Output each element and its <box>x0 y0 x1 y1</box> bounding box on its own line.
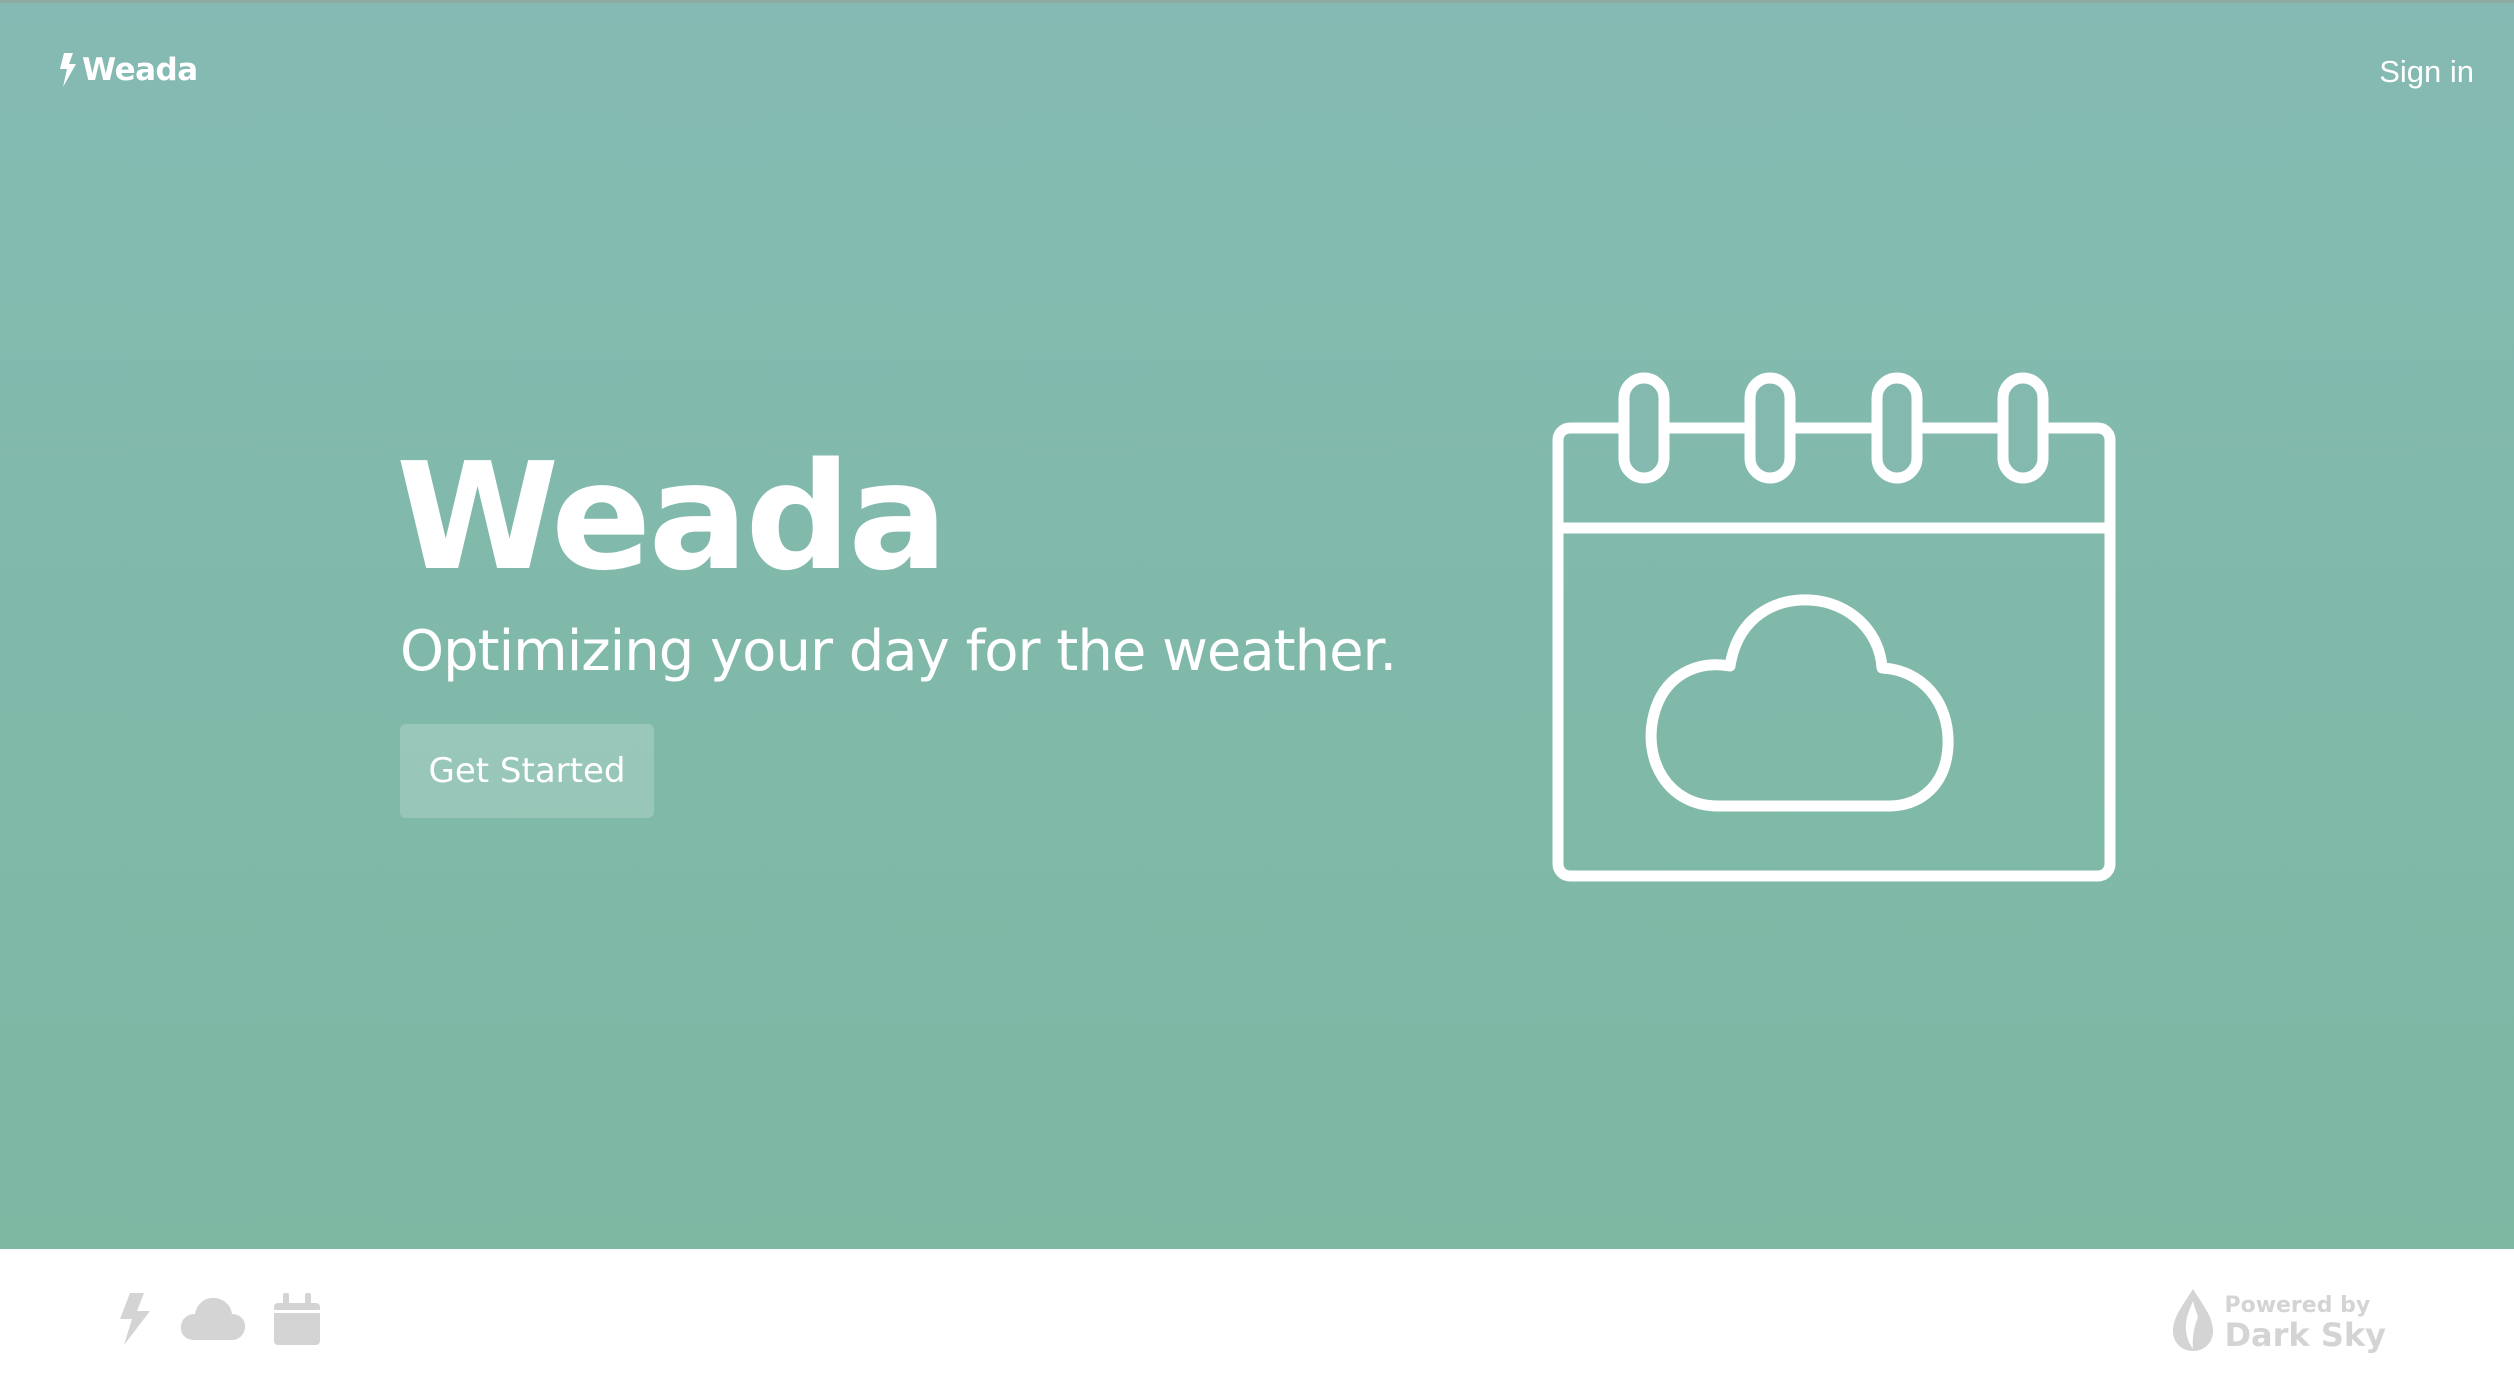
bolt-icon <box>58 53 78 87</box>
hero-section: Weada Sign in Weada Optimizing your day … <box>0 0 2514 1249</box>
cloud-icon <box>180 1296 246 1347</box>
sign-in-link[interactable]: Sign in <box>2379 54 2474 90</box>
brand-logo-link[interactable]: Weada <box>58 52 198 88</box>
dark-sky-label: Dark Sky <box>2224 1315 2386 1354</box>
get-started-button[interactable]: Get Started <box>400 724 654 818</box>
brand-name: Weada <box>82 52 198 88</box>
hero-title: Weada <box>396 431 948 603</box>
calendar-icon <box>274 1293 320 1350</box>
bolt-icon <box>116 1293 152 1350</box>
footer: Powered by Dark Sky <box>0 1249 2514 1392</box>
powered-by-dark-sky-link[interactable]: Powered by Dark Sky <box>2170 1287 2386 1358</box>
dark-sky-logo-icon <box>2170 1287 2216 1358</box>
footer-icon-group <box>116 1293 320 1350</box>
calendar-cloud-icon <box>1550 370 2120 890</box>
powered-by-label: Powered by <box>2224 1292 2371 1318</box>
hero-tagline: Optimizing your day for the weather. <box>400 619 1397 684</box>
top-border <box>0 0 2514 3</box>
